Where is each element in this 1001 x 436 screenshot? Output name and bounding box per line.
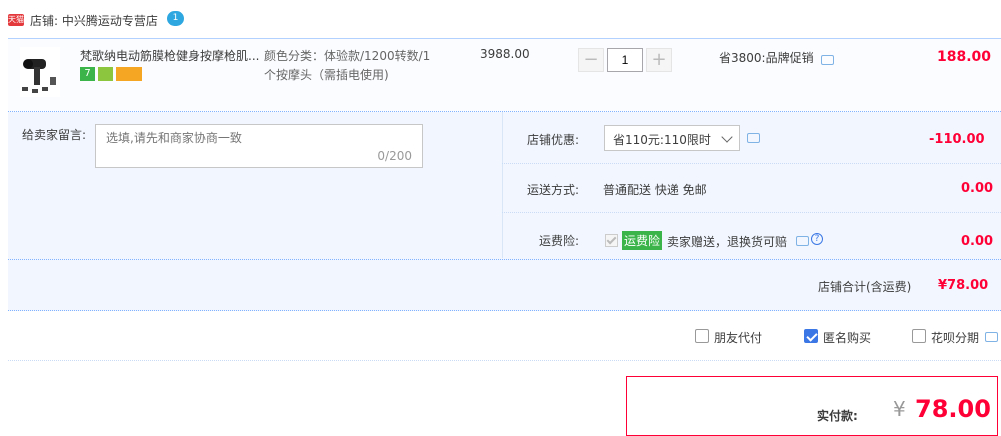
divider [502, 163, 1001, 164]
comment-icon[interactable] [821, 55, 834, 65]
shipping-value: 普通配送 快递 免邮 [603, 183, 707, 197]
discount-amount: -110.00 [929, 132, 985, 147]
insurance-tag: 运费险 [622, 231, 663, 250]
friend-pay-checkbox[interactable] [695, 329, 709, 343]
qty-increase-button[interactable]: + [646, 48, 672, 72]
note-pane: 给卖家留言: 0/200 [8, 112, 503, 258]
anonymous-checkbox[interactable] [804, 329, 818, 343]
discount-label: 店铺优惠: [527, 133, 580, 147]
store-total-row: 店铺合计(含运费) ¥78.00 [8, 259, 1001, 310]
sku-line: 个按摩头（需插电使用) [264, 68, 389, 82]
store-total-label: 店铺合计(含运费) [818, 280, 912, 294]
product-title-link[interactable]: 梵歌纳电动筋膜枪健身按摩枪肌... [80, 47, 265, 64]
comment-icon[interactable] [985, 332, 998, 342]
credit-card-icon[interactable] [116, 67, 142, 81]
currency-symbol: ¥ [893, 397, 906, 421]
note-input[interactable] [106, 131, 406, 145]
actual-pay-box: 实付款: ¥ 78.00 [626, 376, 998, 436]
note-char-count: 0/200 [377, 149, 412, 163]
anonymous-label[interactable]: 匿名购买 [823, 329, 871, 346]
note-field[interactable]: 0/200 [95, 124, 423, 168]
huabei-checkbox[interactable] [912, 329, 926, 343]
chevron-down-icon [721, 131, 733, 143]
note-label: 给卖家留言: [22, 128, 87, 142]
store-total-amount: ¥78.00 [938, 278, 989, 293]
cart-item-row: 梵歌纳电动筋膜枪健身按摩枪肌... 7 颜色分类：体验款/1200转数/1 个按… [8, 38, 1001, 112]
unit-price: 3988.00 [480, 47, 530, 61]
huabei-label[interactable]: 花呗分期 [931, 329, 979, 346]
actual-pay-label: 实付款: [817, 409, 858, 423]
sku-info: 颜色分类：体验款/1200转数/1 个按摩头（需插电使用) [264, 47, 444, 85]
comment-icon[interactable] [747, 133, 760, 143]
check-icon [606, 234, 617, 245]
shipping-amount: 0.00 [961, 181, 994, 196]
promo-label: 省3800:品牌促销 [719, 51, 814, 65]
comment-icon[interactable] [796, 236, 809, 246]
sku-line: 颜色分类：体验款/1200转数/1 [264, 49, 431, 63]
divider [502, 212, 1001, 213]
insurance-checkbox[interactable] [605, 234, 618, 247]
guarantee-icon[interactable] [98, 67, 113, 81]
shipping-label: 运送方式: [527, 183, 580, 197]
order-options-panel: 给卖家留言: 0/200 店铺优惠: 省110元:110限时 -110.00 运… [8, 112, 1001, 311]
product-thumbnail[interactable] [20, 47, 60, 97]
actual-pay-amount: 78.00 [915, 395, 991, 423]
friend-pay-label[interactable]: 朋友代付 [714, 329, 762, 346]
store-header: 天猫 店铺: 中兴腾运动专营店 1 [0, 0, 1001, 38]
chat-icon[interactable]: 1 [167, 11, 184, 26]
coupon-select[interactable]: 省110元:110限时 [604, 125, 740, 151]
insurance-amount: 0.00 [961, 234, 994, 249]
seven-day-return-icon[interactable]: 7 [80, 67, 95, 81]
coupon-selected: 省110元:110限时 [613, 133, 711, 147]
help-icon[interactable]: ? [811, 233, 823, 245]
qty-input[interactable] [607, 48, 643, 72]
store-name-link[interactable]: 店铺: 中兴腾运动专营店 [30, 12, 158, 29]
tmall-icon: 天猫 [8, 14, 24, 26]
insurance-desc: 卖家赠送，退换货可赔 [667, 235, 788, 249]
qty-decrease-button[interactable]: − [578, 48, 604, 72]
divider [8, 360, 1001, 361]
item-subtotal: 188.00 [937, 49, 992, 65]
insurance-label: 运费险: [539, 234, 580, 248]
